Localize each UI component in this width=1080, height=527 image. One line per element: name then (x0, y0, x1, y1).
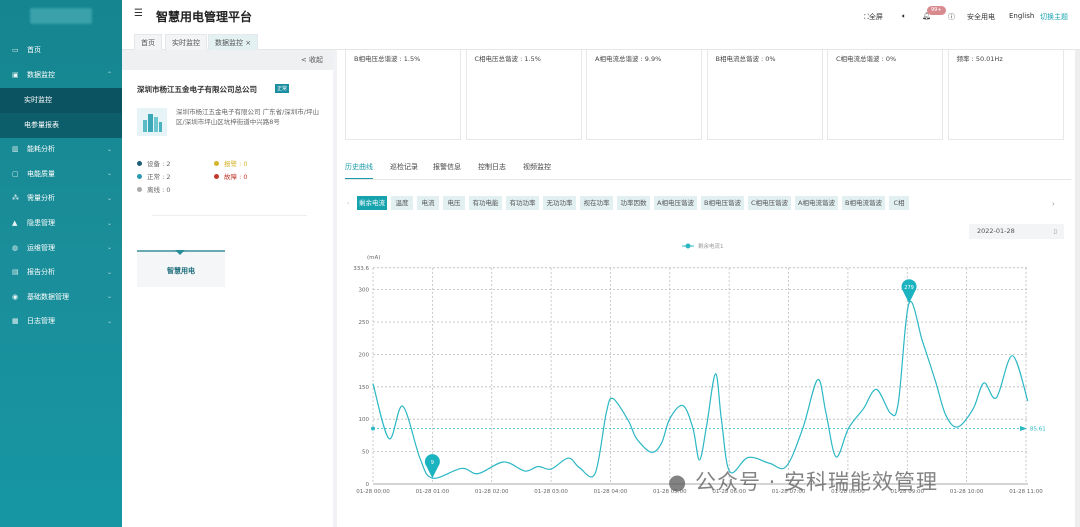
average-line-start (371, 426, 375, 431)
y-tick-label: 0 (366, 482, 370, 488)
x-tick-label: 01-28 01:00 (416, 489, 450, 495)
y-tick-label: 100 (359, 417, 370, 423)
x-tick-label: 01-28 11:00 (1009, 489, 1043, 495)
y-tick-label: 300 (359, 288, 370, 294)
x-tick-label: 01-28 10:00 (950, 489, 984, 495)
x-tick-label: 01-28 02:00 (475, 489, 509, 495)
average-line-label: 85.61 (1030, 427, 1046, 433)
residual-current-chart: 0 50 100 150 200 250 300 333.6 01-28 00:00 01-28 … (353, 242, 1046, 495)
y-tick-label: 150 (359, 385, 370, 391)
watermark: ● 公众号 · 安科瑞能效管理 (668, 470, 939, 494)
y-tick-label: 50 (362, 450, 369, 456)
y-tick-label: 200 (359, 352, 370, 358)
mark-point-label: 9 (431, 460, 434, 466)
x-tick-label: 01-28 00:00 (356, 489, 390, 495)
legend-label[interactable]: 剩余电流1 (698, 242, 724, 250)
average-line-arrow (1020, 426, 1027, 432)
mark-point-label: 279 (904, 285, 914, 291)
y-axis-label: (mA) (367, 255, 380, 261)
x-tick-label: 01-28 04:00 (594, 489, 628, 495)
y-tick-label: 250 (359, 320, 370, 326)
y-tick-label: 333.6 (353, 266, 369, 272)
legend-marker (685, 243, 691, 249)
x-tick-label: 01-28 03:00 (534, 489, 568, 495)
